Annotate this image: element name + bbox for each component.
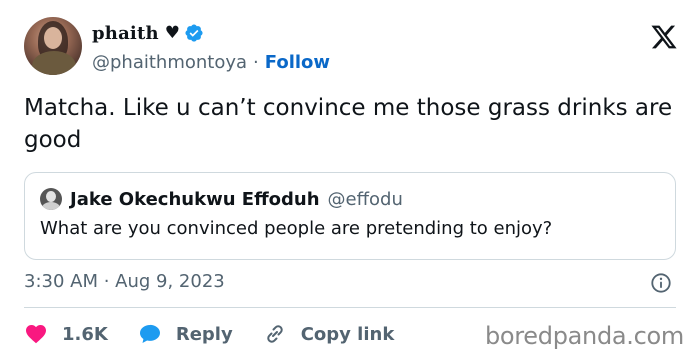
author-handle[interactable]: @phaithmontoya: [92, 52, 247, 73]
divider: [24, 307, 676, 308]
quoted-avatar-body: [42, 202, 60, 210]
tweet-header: phaith ♥ @phaithmontoya · Follow: [24, 17, 684, 83]
like-count: 1.6K: [62, 323, 108, 345]
author-display-name[interactable]: phaith: [92, 23, 159, 44]
avatar-face: [44, 27, 62, 49]
action-bar: 1.6K Reply Copy link: [24, 318, 424, 350]
heart-glyph: ♥: [164, 23, 181, 43]
follow-button[interactable]: Follow: [265, 52, 330, 73]
handle-row: @phaithmontoya · Follow: [92, 47, 330, 77]
quoted-tweet-text: What are you convinced people are preten…: [40, 218, 553, 239]
watermark: boredpanda.com: [484, 322, 684, 350]
heart-icon: [26, 325, 46, 344]
author-names: phaith ♥ @phaithmontoya · Follow: [92, 19, 330, 77]
like-button[interactable]: 1.6K: [24, 322, 108, 346]
link-icon: [266, 325, 283, 343]
speech-bubble-icon: [139, 324, 160, 343]
copy-link-button[interactable]: Copy link: [263, 322, 395, 346]
quoted-avatar-face: [46, 191, 56, 202]
author-avatar[interactable]: [24, 17, 82, 75]
quoted-author-name: Jake Okechukwu Effoduh: [70, 188, 320, 210]
info-icon[interactable]: [650, 272, 672, 294]
quoted-tweet-header: Jake Okechukwu Effoduh @effodu: [40, 187, 403, 211]
copy-link-label: Copy link: [300, 323, 395, 345]
quoted-author-handle: @effodu: [327, 188, 403, 210]
quoted-author-avatar: [40, 188, 62, 210]
verified-badge-icon: [185, 24, 203, 42]
tweet-timestamp[interactable]: 3:30 AM · Aug 9, 2023: [24, 271, 225, 292]
tweet-text: Matcha. Like u can’t convince me those g…: [24, 95, 673, 153]
reply-label: Reply: [175, 323, 233, 345]
reply-button[interactable]: Reply: [138, 322, 233, 346]
separator-dot: ·: [253, 51, 259, 73]
avatar-body: [32, 51, 76, 75]
display-name-row: phaith ♥: [92, 19, 330, 47]
quoted-tweet[interactable]: Jake Okechukwu Effoduh @effodu What are …: [24, 172, 676, 260]
x-logo-icon[interactable]: [650, 23, 678, 51]
